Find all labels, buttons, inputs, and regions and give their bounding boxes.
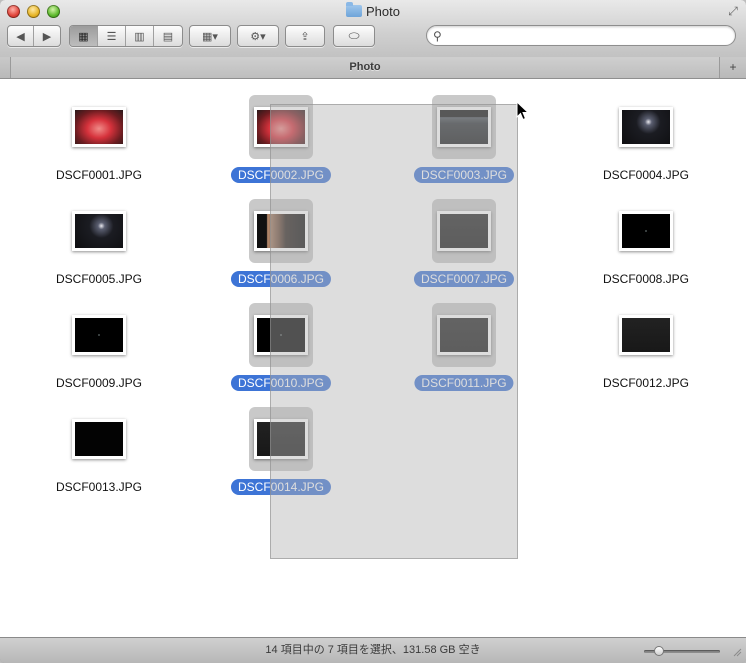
icon-view-button[interactable]: ▦ [70,26,98,46]
file-thumbnail-frame[interactable] [614,199,678,263]
search-icon: ⚲ [433,29,442,43]
add-tab-icon[interactable]: + [724,58,742,76]
coverflow-view-button[interactable]: ▤ [154,26,182,46]
window-title-text: Photo [366,4,400,19]
image-thumbnail [72,107,126,147]
share-button[interactable]: ⇪ [286,26,324,46]
file-name-label[interactable]: DSCF0012.JPG [596,375,696,391]
window-title: Photo [0,2,746,19]
arrange-menu: ▦▾ [189,25,231,47]
icon-grid[interactable]: DSCF0014.JPG DSCF0013.JPG DSCF0012.JPG DSCF… [0,79,746,637]
action-gear-button[interactable]: ⚙▾ [238,26,278,46]
file-name-label[interactable]: DSCF0005.JPG [49,271,149,287]
file-name-label[interactable]: DSCF0001.JPG [49,167,149,183]
file-name-label[interactable]: DSCF0009.JPG [49,375,149,391]
file-thumbnail-frame[interactable] [67,407,131,471]
column-view-button[interactable]: ▥ [126,26,154,46]
fullscreen-icon[interactable]: ⤢ [726,4,740,18]
forward-button[interactable]: ▶ [34,26,60,46]
image-thumbnail [619,315,673,355]
file-name-label[interactable]: DSCF0013.JPG [49,479,149,495]
arrange-button[interactable]: ▦▾ [190,26,230,46]
slider-knob[interactable] [653,646,664,656]
mouse-cursor-icon [516,101,530,121]
image-thumbnail [72,315,126,355]
status-text: 14 項目中の 7 項目を選択、131.58 GB 空き [265,644,481,656]
file-thumbnail-frame[interactable] [67,199,131,263]
search-input[interactable] [449,28,733,45]
folder-icon [346,2,362,17]
finder-window: Photo ⤢ ◀ ▶ ▦ ☰ ▥ ▤ ▦▾ ⚙▾ ⇪ ⬭ ⚲ Photo + DSC… [0,0,746,663]
share-menu: ⇪ [285,25,325,47]
path-bar: Photo + [0,57,746,79]
file-thumbnail-frame[interactable] [614,303,678,367]
folder-tab-label[interactable]: Photo [10,57,720,78]
icon-size-slider[interactable] [644,646,720,656]
file-thumbnail-frame[interactable] [614,95,678,159]
view-switcher: ▦ ☰ ▥ ▤ [69,25,183,47]
file-thumbnail-frame[interactable] [67,303,131,367]
image-thumbnail [72,211,126,251]
file-name-label[interactable]: DSCF0008.JPG [596,271,696,287]
tag-button[interactable]: ⬭ [334,26,374,46]
image-thumbnail [619,107,673,147]
tag-menu: ⬭ [333,25,375,47]
back-button[interactable]: ◀ [8,26,34,46]
nav-buttons: ◀ ▶ [7,25,61,47]
selection-marquee [270,104,518,559]
status-bar: 14 項目中の 7 項目を選択、131.58 GB 空き [0,637,746,663]
action-menu: ⚙▾ [237,25,279,47]
title-bar: Photo ⤢ ◀ ▶ ▦ ☰ ▥ ▤ ▦▾ ⚙▾ ⇪ ⬭ ⚲ [0,0,746,58]
resize-grip-icon[interactable] [732,645,742,657]
search-field[interactable]: ⚲ [426,25,736,46]
image-thumbnail [72,419,126,459]
file-name-label[interactable]: DSCF0004.JPG [596,167,696,183]
image-thumbnail [619,211,673,251]
file-thumbnail-frame[interactable] [67,95,131,159]
list-view-button[interactable]: ☰ [98,26,126,46]
